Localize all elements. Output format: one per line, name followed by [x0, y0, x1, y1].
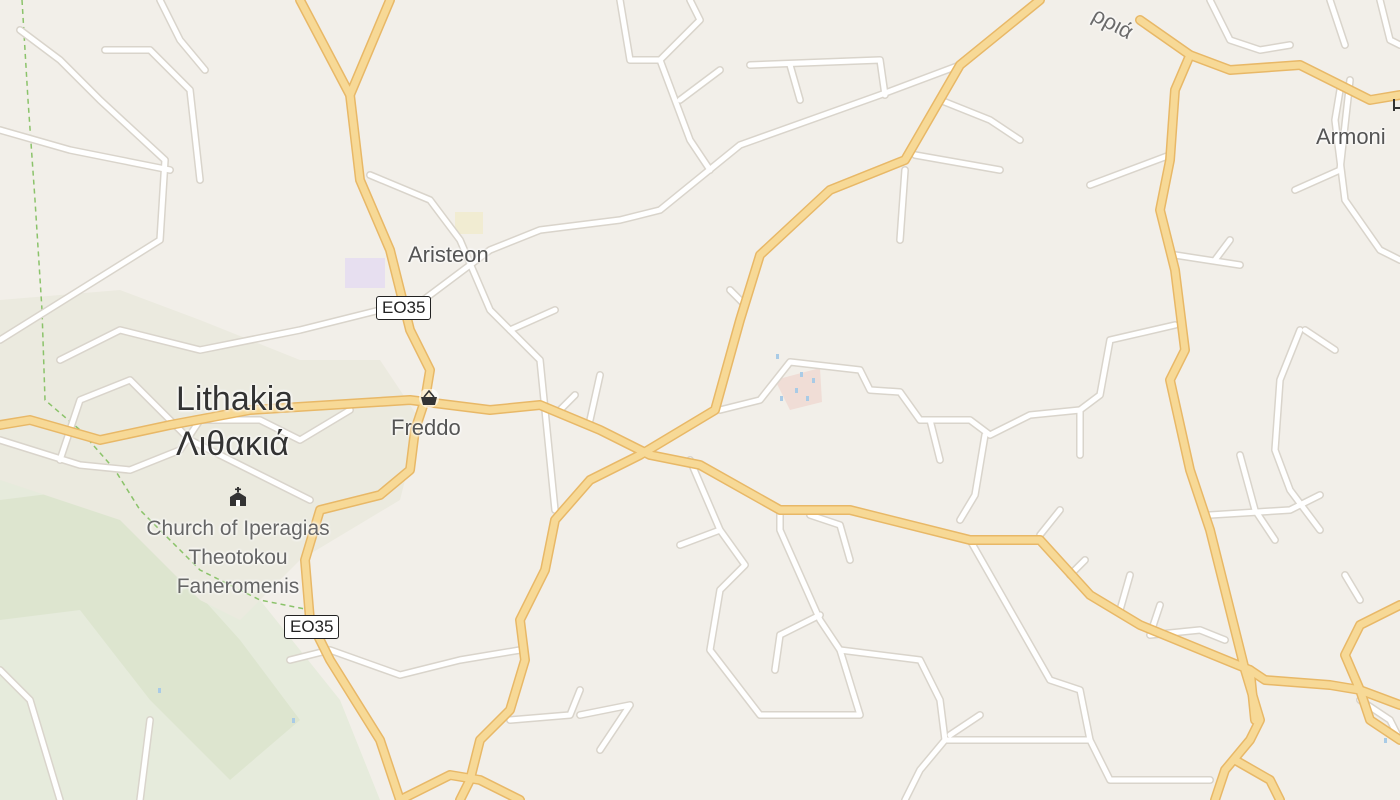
- church-icon[interactable]: [226, 486, 250, 508]
- church-label[interactable]: Church of Iperagias Theotokou Faneromeni…: [128, 514, 348, 601]
- poi-icon[interactable]: [1392, 98, 1400, 112]
- map-canvas[interactable]: Lithakia Λιθακιά Aristeon Freddo Armoni …: [0, 0, 1400, 800]
- village-label-latin[interactable]: Lithakia: [176, 381, 293, 417]
- poi-label-freddo[interactable]: Freddo: [391, 415, 461, 441]
- church-label-line2: Theotokou: [188, 546, 288, 569]
- basket-icon[interactable]: [418, 389, 440, 409]
- road-shield: EO35: [284, 615, 340, 639]
- place-label-armonia[interactable]: Armoni: [1316, 124, 1386, 150]
- poi-area: [345, 258, 385, 288]
- poi-area: [455, 212, 483, 234]
- road-shield: EO35: [376, 296, 432, 320]
- church-label-line3: Faneromenis: [176, 575, 300, 598]
- village-label-greek[interactable]: Λιθακιά: [176, 426, 289, 462]
- church-label-line1: Church of Iperagias: [146, 517, 330, 540]
- poi-label-aristeon[interactable]: Aristeon: [408, 242, 489, 268]
